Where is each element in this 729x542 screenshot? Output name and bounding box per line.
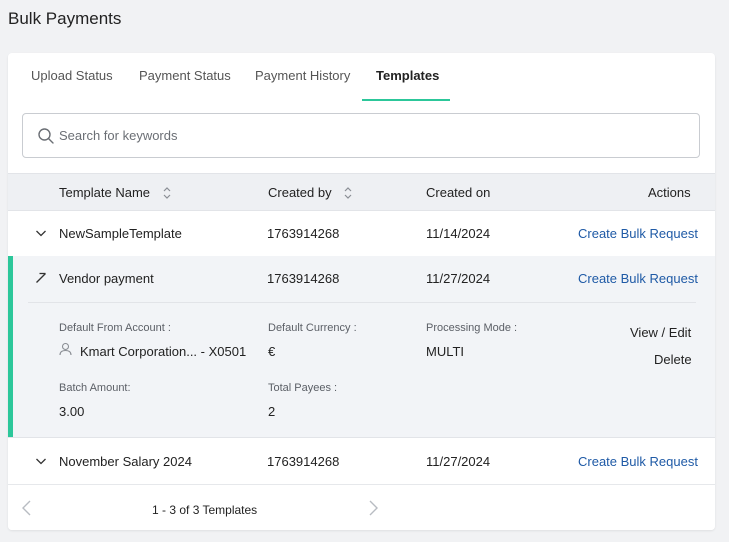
chevron-up-icon[interactable] — [35, 272, 47, 284]
default-from-account-value: Kmart Corporation... - X0501 — [80, 344, 247, 359]
default-from-account-label: Default From Account : — [59, 322, 171, 334]
expanded-row: Vendor payment 1763914268 11/27/2024 Cre… — [8, 256, 715, 438]
default-currency-value: € — [268, 344, 276, 359]
create-bulk-request-link[interactable]: Create Bulk Request — [578, 271, 698, 286]
tab-templates[interactable]: Templates — [376, 68, 439, 101]
user-icon — [59, 342, 72, 356]
tab-upload-status[interactable]: Upload Status — [31, 68, 113, 101]
column-header-created-by[interactable]: Created by — [268, 185, 332, 200]
template-name: NewSampleTemplate — [59, 226, 182, 241]
search-icon — [38, 128, 54, 144]
column-header-actions: Actions — [648, 185, 691, 200]
search-box — [22, 113, 700, 158]
created-on: 11/27/2024 — [426, 454, 491, 469]
tab-bar: Upload Status Payment Status Payment His… — [8, 53, 715, 101]
created-by: 1763914268 — [267, 271, 340, 286]
tab-payment-status[interactable]: Payment Status — [139, 68, 231, 101]
create-bulk-request-link[interactable]: Create Bulk Request — [578, 226, 698, 241]
pagination: 1 - 3 of 3 Templates — [8, 485, 715, 530]
created-on: 11/14/2024 — [426, 226, 491, 241]
processing-mode-value: MULTI — [426, 344, 465, 359]
chevron-down-icon[interactable] — [35, 455, 47, 467]
chevron-left-icon[interactable] — [20, 499, 34, 517]
column-header-created-on: Created on — [426, 185, 491, 200]
tab-payment-history[interactable]: Payment History — [255, 68, 350, 101]
view-edit-link[interactable]: View / Edit — [630, 325, 691, 340]
create-bulk-request-link[interactable]: Create Bulk Request — [578, 454, 698, 469]
template-name: Vendor payment — [59, 271, 154, 286]
page-title: Bulk Payments — [8, 9, 122, 28]
chevron-right-icon[interactable] — [366, 499, 380, 517]
search-input[interactable] — [59, 114, 679, 157]
total-payees-value: 2 — [268, 404, 276, 419]
sort-icon[interactable] — [162, 186, 172, 200]
template-name: November Salary 2024 — [59, 454, 192, 469]
batch-amount-value: 3.00 — [59, 404, 85, 419]
processing-mode-label: Processing Mode : — [426, 322, 518, 334]
created-on: 11/27/2024 — [426, 271, 491, 286]
templates-card: Upload Status Payment Status Payment His… — [8, 53, 715, 530]
pagination-summary: 1 - 3 of 3 Templates — [152, 503, 258, 517]
table-row: NewSampleTemplate 1763914268 11/14/2024 … — [8, 211, 715, 257]
active-tab-indicator — [362, 99, 450, 101]
created-by: 1763914268 — [267, 226, 340, 241]
total-payees-label: Total Payees : — [268, 382, 338, 394]
table-header: Template Name Created by Created on Acti… — [8, 173, 715, 211]
sort-icon[interactable] — [343, 186, 353, 200]
chevron-down-icon[interactable] — [35, 227, 47, 239]
details-divider — [28, 302, 696, 303]
table-row: November Salary 2024 1763914268 11/27/20… — [8, 439, 715, 485]
batch-amount-label: Batch Amount: — [59, 382, 131, 394]
column-header-template-name[interactable]: Template Name — [59, 185, 150, 200]
default-currency-label: Default Currency : — [268, 322, 357, 334]
delete-link[interactable]: Delete — [654, 352, 692, 367]
created-by: 1763914268 — [267, 454, 340, 469]
expanded-row-accent — [8, 256, 13, 437]
